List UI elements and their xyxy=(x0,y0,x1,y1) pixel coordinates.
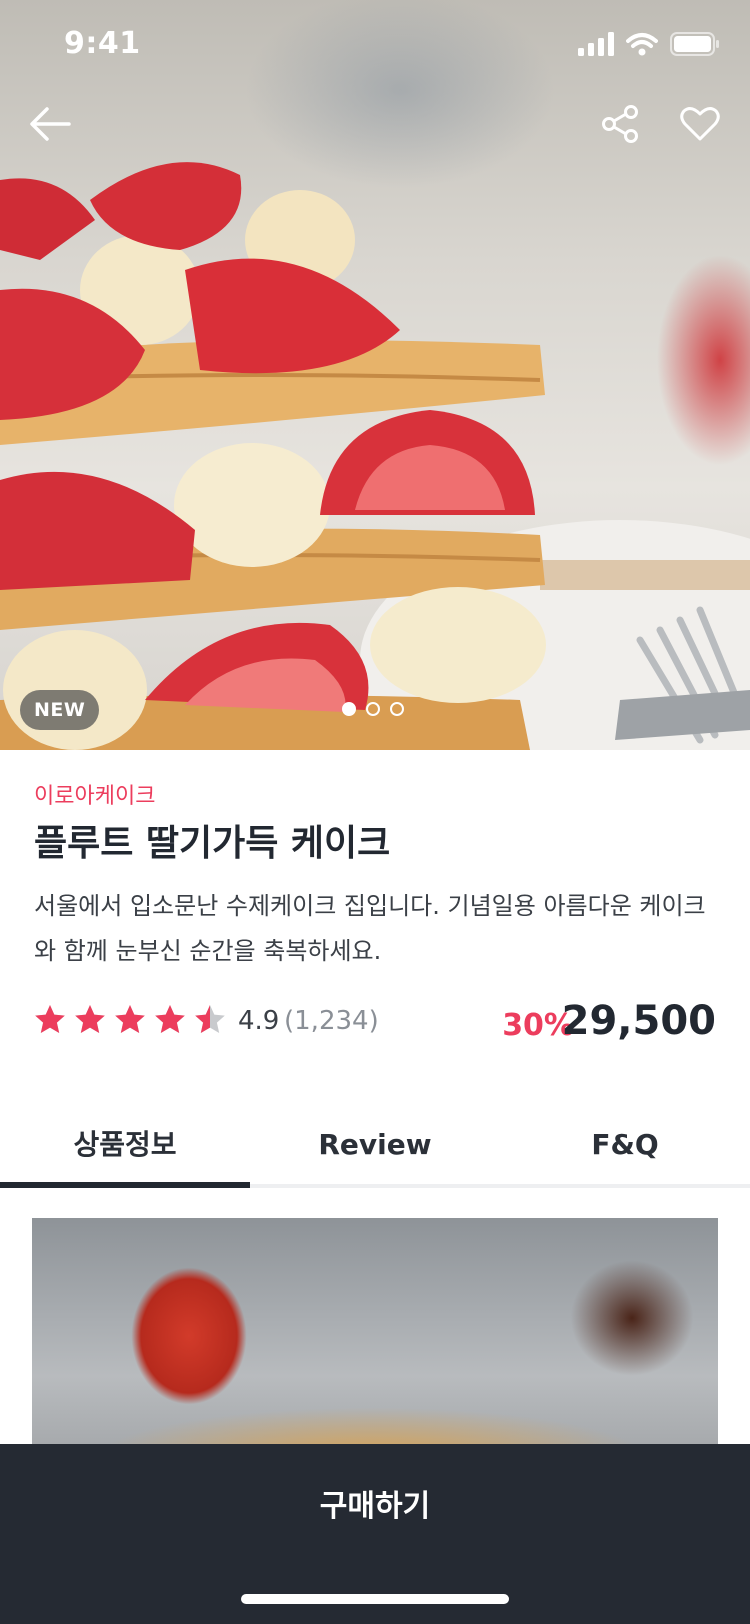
hero-image[interactable]: 9:41 NEW xyxy=(0,0,750,750)
star-icon xyxy=(195,1005,225,1033)
rating-price-row: 4.9 (1,234) 30% 29,500 xyxy=(34,996,716,1046)
share-button[interactable] xyxy=(592,96,648,152)
product-description: 서울에서 입소문난 수제케이크 집입니다. 기념일용 아름다운 케이크와 함께 … xyxy=(34,892,706,965)
home-indicator xyxy=(241,1594,509,1604)
product-detail-image xyxy=(32,1218,718,1444)
status-time: 9:41 xyxy=(64,26,141,61)
star-icon xyxy=(35,1005,65,1033)
tab-review[interactable]: Review xyxy=(250,1100,500,1186)
star-icon xyxy=(115,1005,145,1033)
product-title: 플루트 딸기가득 케이크 xyxy=(34,823,391,864)
new-badge: NEW xyxy=(20,690,100,730)
carousel-indicator xyxy=(342,702,404,716)
share-icon xyxy=(602,105,638,143)
heart-icon xyxy=(680,107,720,141)
status-bar: 9:41 xyxy=(0,0,750,88)
tab-product-info[interactable]: 상품정보 xyxy=(0,1100,250,1186)
carousel-dot[interactable] xyxy=(390,702,404,716)
wifi-icon xyxy=(626,33,658,56)
price: 29,500 xyxy=(561,998,716,1044)
carousel-dot[interactable] xyxy=(366,702,380,716)
signal-icon xyxy=(578,32,614,56)
star-icon xyxy=(155,1005,185,1033)
active-tab-indicator xyxy=(0,1182,250,1188)
star-icon xyxy=(75,1005,105,1033)
rating-value: 4.9 xyxy=(238,1006,280,1036)
bottom-bar: 구매하기 xyxy=(0,1444,750,1624)
star-rating xyxy=(34,1004,226,1036)
status-icons xyxy=(578,32,720,56)
review-count[interactable]: (1,234) xyxy=(284,1006,379,1036)
buy-button[interactable]: 구매하기 xyxy=(0,1444,750,1562)
tab-faq[interactable]: F&Q xyxy=(500,1100,750,1186)
back-button[interactable] xyxy=(22,96,78,152)
shop-name[interactable]: 이로아케이크 xyxy=(34,778,155,810)
battery-icon xyxy=(670,32,719,56)
back-arrow-icon xyxy=(30,107,71,141)
carousel-dot[interactable] xyxy=(342,702,356,716)
product-tabs: 상품정보 Review F&Q xyxy=(0,1100,750,1188)
like-button[interactable] xyxy=(672,96,728,152)
